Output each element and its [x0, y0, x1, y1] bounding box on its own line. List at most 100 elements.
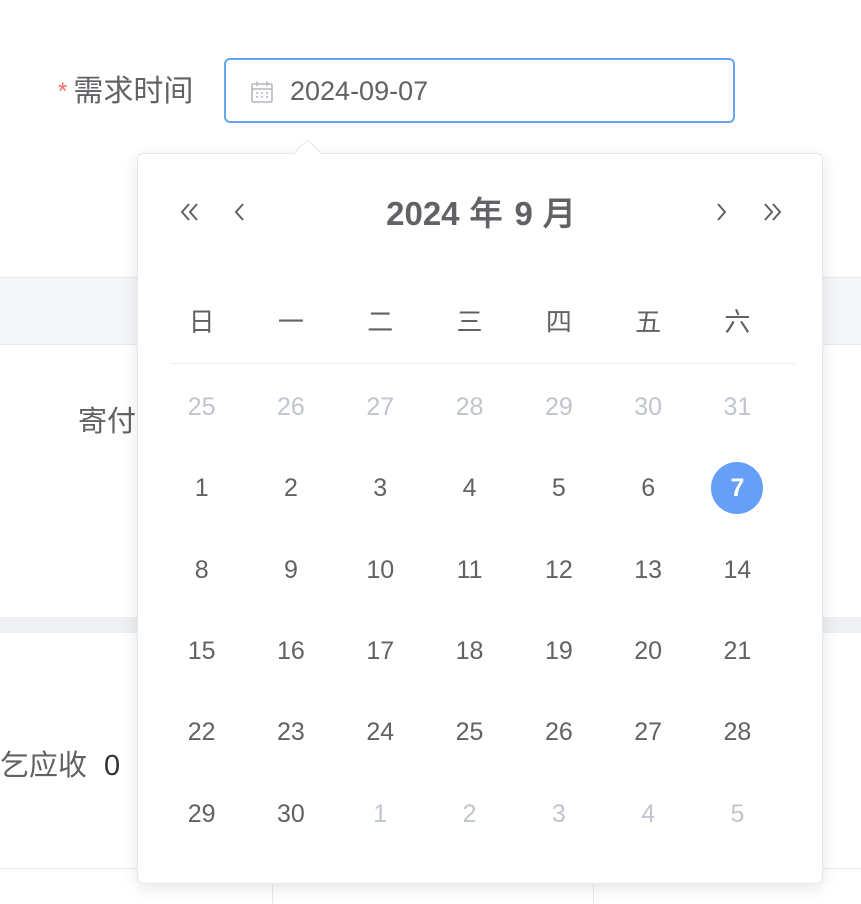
- day-cell[interactable]: 25: [440, 702, 500, 762]
- day-number: 11: [456, 555, 483, 584]
- day-cell-other-month[interactable]: 28: [440, 377, 500, 437]
- day-cell[interactable]: 22: [172, 702, 232, 762]
- day-cell-other-month[interactable]: 30: [618, 377, 678, 437]
- day-cell[interactable]: 6: [618, 458, 678, 518]
- weekday-label: 五: [635, 307, 662, 337]
- demand-time-label-text: 需求时间: [73, 75, 194, 108]
- day-cell[interactable]: 13: [618, 540, 678, 600]
- day-number: 14: [723, 555, 752, 584]
- day-number: 21: [723, 636, 752, 665]
- day-cell-other-month[interactable]: 27: [350, 377, 410, 437]
- receivable-label: 乞应收: [0, 750, 88, 782]
- day-cell-other-month[interactable]: 3: [529, 784, 589, 844]
- day-number: 8: [194, 555, 209, 584]
- day-number: 7: [711, 462, 764, 515]
- day-number: 13: [634, 555, 663, 584]
- day-cell[interactable]: 21: [707, 621, 767, 681]
- date-picker-panel: 2024 年 9 月 日一二三四五六 25 26 27 28 29 30 31 1 2 3 4 5 6 7 8 9 1…: [137, 153, 823, 884]
- day-cell[interactable]: 26: [529, 702, 589, 762]
- day-number: 12: [544, 555, 573, 584]
- mailing-label: 寄付: [78, 406, 137, 438]
- day-cell-other-month[interactable]: 5: [707, 784, 767, 844]
- weekday-label: 四: [545, 307, 572, 337]
- day-cell-other-month[interactable]: 25: [172, 377, 232, 437]
- weekday-label: 二: [367, 307, 394, 337]
- day-cell-other-month[interactable]: 2: [440, 784, 500, 844]
- day-number: 4: [462, 474, 477, 503]
- day-cell[interactable]: 14: [707, 540, 767, 600]
- demand-time-label: * 需求时间: [58, 72, 193, 112]
- day-number: 28: [723, 718, 752, 747]
- day-cell[interactable]: 5: [529, 458, 589, 518]
- day-number: 3: [373, 474, 388, 503]
- double-chevron-right-icon: [764, 203, 782, 221]
- day-number: 1: [373, 799, 388, 828]
- day-cell[interactable]: 15: [172, 621, 232, 681]
- day-cell[interactable]: 8: [172, 540, 232, 600]
- day-cell-other-month[interactable]: 29: [529, 377, 589, 437]
- day-number: 5: [730, 799, 745, 828]
- day-cell[interactable]: 4: [440, 458, 500, 518]
- header-month[interactable]: 9: [515, 191, 533, 237]
- day-cell-other-month[interactable]: 4: [618, 784, 678, 844]
- day-number: 27: [634, 718, 663, 747]
- day-number: 5: [551, 474, 566, 503]
- day-number: 27: [366, 393, 395, 421]
- day-cell[interactable]: 18: [440, 621, 500, 681]
- day-cell[interactable]: 29: [172, 784, 232, 844]
- day-number: 9: [283, 555, 298, 584]
- day-number: 25: [187, 393, 216, 421]
- day-cell[interactable]: 30: [261, 784, 321, 844]
- day-cell-other-month[interactable]: 26: [261, 377, 321, 437]
- day-cell-other-month[interactable]: 31: [707, 377, 767, 437]
- day-number: 2: [283, 474, 298, 503]
- day-cell-selected[interactable]: 7: [707, 458, 767, 518]
- day-cell[interactable]: 28: [707, 702, 767, 762]
- next-month-button[interactable]: [703, 194, 739, 230]
- day-cell[interactable]: 27: [618, 702, 678, 762]
- day-cell[interactable]: 10: [350, 540, 410, 600]
- day-number: 3: [551, 799, 566, 828]
- weekday-label: 日: [188, 307, 215, 337]
- header-year-unit: 年: [469, 195, 503, 232]
- demand-time-input[interactable]: 2024-09-07: [224, 58, 735, 123]
- page: * 需求时间 2024-09-07 寄付 乞应收 0 2024 年 9 月 日 …: [0, 0, 861, 904]
- receivable-value: 0: [104, 750, 121, 782]
- next-year-button[interactable]: [754, 194, 790, 230]
- weekday-label: 一: [277, 307, 304, 337]
- weekday-divider: [171, 363, 795, 364]
- day-cell[interactable]: 9: [261, 540, 321, 600]
- day-number: 23: [277, 718, 305, 747]
- day-cell[interactable]: 2: [261, 458, 321, 518]
- day-number: 20: [634, 636, 663, 665]
- day-cell[interactable]: 11: [440, 540, 500, 600]
- required-mark: *: [58, 78, 68, 105]
- day-number: 15: [187, 636, 216, 665]
- day-cell[interactable]: 19: [529, 621, 589, 681]
- weekday-label: 三: [456, 307, 483, 337]
- day-cell[interactable]: 16: [261, 621, 321, 681]
- demand-time-row: * 需求时间 2024-09-07: [0, 58, 861, 126]
- day-cell[interactable]: 17: [350, 621, 410, 681]
- day-cell[interactable]: 20: [618, 621, 678, 681]
- header-year[interactable]: 2024: [386, 191, 459, 237]
- day-number: 25: [455, 718, 484, 747]
- day-cell-other-month[interactable]: 1: [350, 784, 410, 844]
- day-number: 30: [277, 799, 305, 828]
- day-cell[interactable]: 3: [350, 458, 410, 518]
- day-cell[interactable]: 23: [261, 702, 321, 762]
- day-number: 28: [455, 393, 484, 421]
- day-cell[interactable]: 1: [172, 458, 232, 518]
- day-cell[interactable]: 24: [350, 702, 410, 762]
- day-number: 29: [544, 393, 573, 421]
- day-number: 2: [462, 799, 477, 828]
- day-number: 16: [277, 636, 305, 665]
- day-number: 10: [366, 555, 395, 584]
- day-number: 26: [277, 393, 305, 421]
- day-number: 18: [455, 636, 484, 665]
- day-number: 19: [544, 636, 573, 665]
- day-cell[interactable]: 12: [529, 540, 589, 600]
- calendar-icon: [250, 80, 274, 104]
- day-number: 31: [723, 393, 752, 421]
- day-number: 6: [641, 474, 656, 503]
